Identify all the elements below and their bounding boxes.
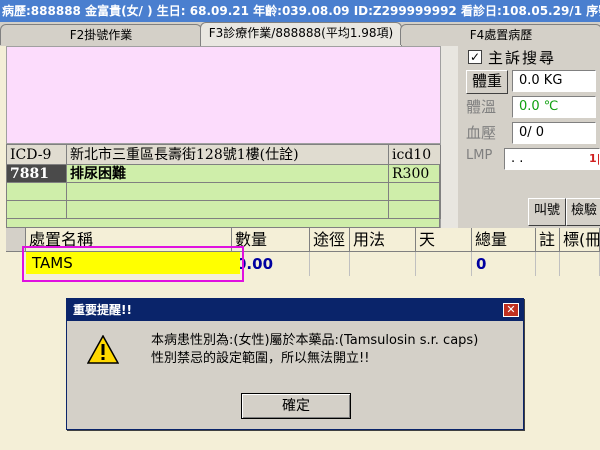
days-cell[interactable]	[416, 252, 472, 276]
dialog-title: 重要提醒!!	[67, 299, 523, 321]
tab-treatment-records[interactable]: F4處置病歷	[400, 24, 600, 45]
lmp-field[interactable]: . . 1|2	[504, 148, 600, 170]
blood-pressure-label: 血壓	[466, 124, 497, 142]
diagnosis-empty-cell[interactable]	[67, 183, 389, 201]
notes-panel[interactable]	[6, 46, 460, 144]
vertical-scrollbar[interactable]	[440, 46, 458, 228]
column-header-icd10[interactable]: icd10	[389, 145, 441, 165]
diagnosis-empty-cell[interactable]	[7, 201, 67, 219]
lmp-marker: 1|2	[589, 152, 599, 165]
dialog-message-line-1: 本病患性別為:(女性)屬於本藥品:(Tamsulosin s.r. caps)	[151, 333, 479, 348]
column-header-days[interactable]: 天	[416, 228, 472, 252]
tab-registration[interactable]: F2掛號作業	[0, 24, 202, 45]
alert-dialog: 重要提醒!! ✕ 本病患性別為:(女性)屬於本藥品:(Tamsulosin s.…	[66, 298, 524, 430]
diagnosis-empty-cell[interactable]	[7, 183, 67, 201]
weight-button[interactable]: 體重	[466, 70, 508, 94]
diagnosis-cell-icd9[interactable]: 7881	[7, 165, 67, 183]
complaint-search-checkbox[interactable]: ✓	[468, 50, 482, 64]
column-header-address[interactable]: 新北市三重區長壽街128號1樓(仕詮)	[67, 145, 389, 165]
label-cell[interactable]	[560, 252, 600, 276]
diagnosis-empty-cell[interactable]	[389, 183, 441, 201]
route-cell[interactable]	[310, 252, 350, 276]
weight-field[interactable]: 0.0 KG	[512, 70, 596, 92]
vitals-panel: ✓ 主訴搜尋 體重 0.0 KG 體溫 0.0 ℃ 血壓 0/ 0 LMP . …	[458, 46, 600, 228]
note-cell[interactable]	[536, 252, 560, 276]
diagnosis-empty-cell[interactable]	[67, 201, 389, 219]
column-header-note[interactable]: 註	[536, 228, 560, 252]
total-cell[interactable]: 0	[472, 252, 536, 276]
drug-name-cell[interactable]: TAMS	[26, 252, 240, 274]
warning-icon	[86, 334, 120, 365]
lab-test-button[interactable]: 檢驗	[566, 198, 600, 226]
diagnosis-cell-name[interactable]: 排尿困難	[67, 165, 389, 183]
column-header-route[interactable]: 途徑	[310, 228, 350, 252]
column-header-usage[interactable]: 用法	[350, 228, 416, 252]
tab-diagnosis[interactable]: F3診療作業/888888(平均1.98項)	[200, 22, 402, 47]
close-icon[interactable]: ✕	[503, 303, 519, 317]
temperature-label: 體溫	[466, 98, 497, 116]
diagnosis-grid[interactable]: ICD-9 新北市三重區長壽街128號1樓(仕詮) icd10 7881 排尿困…	[6, 144, 441, 228]
dialog-message-line-2: 性別禁忌的設定範圍，所以無法開立!!	[151, 351, 370, 366]
usage-cell[interactable]	[350, 252, 416, 276]
tab-strip: F2掛號作業 F3診療作業/888888(平均1.98項) F4處置病歷	[0, 22, 600, 47]
column-header-total[interactable]: 總量	[472, 228, 536, 252]
ok-button[interactable]: 確定	[241, 393, 351, 419]
patient-info-bar: 病歷:888888 金富貴(女/ ) 生日: 68.09.21 年齡:039.0…	[0, 0, 600, 22]
lmp-label: LMP	[466, 148, 493, 163]
diagnosis-cell-icd10[interactable]: R300	[389, 165, 441, 183]
lmp-value: . .	[511, 151, 524, 166]
blood-pressure-field[interactable]: 0/ 0	[512, 122, 596, 144]
column-header-label[interactable]: 標(冊	[560, 228, 600, 252]
complaint-search-label: 主訴搜尋	[488, 49, 557, 67]
diagnosis-empty-cell[interactable]	[389, 201, 441, 219]
temperature-field[interactable]: 0.0 ℃	[512, 96, 596, 118]
column-header-icd9[interactable]: ICD-9	[7, 145, 67, 165]
call-number-button[interactable]: 叫號	[528, 198, 566, 226]
